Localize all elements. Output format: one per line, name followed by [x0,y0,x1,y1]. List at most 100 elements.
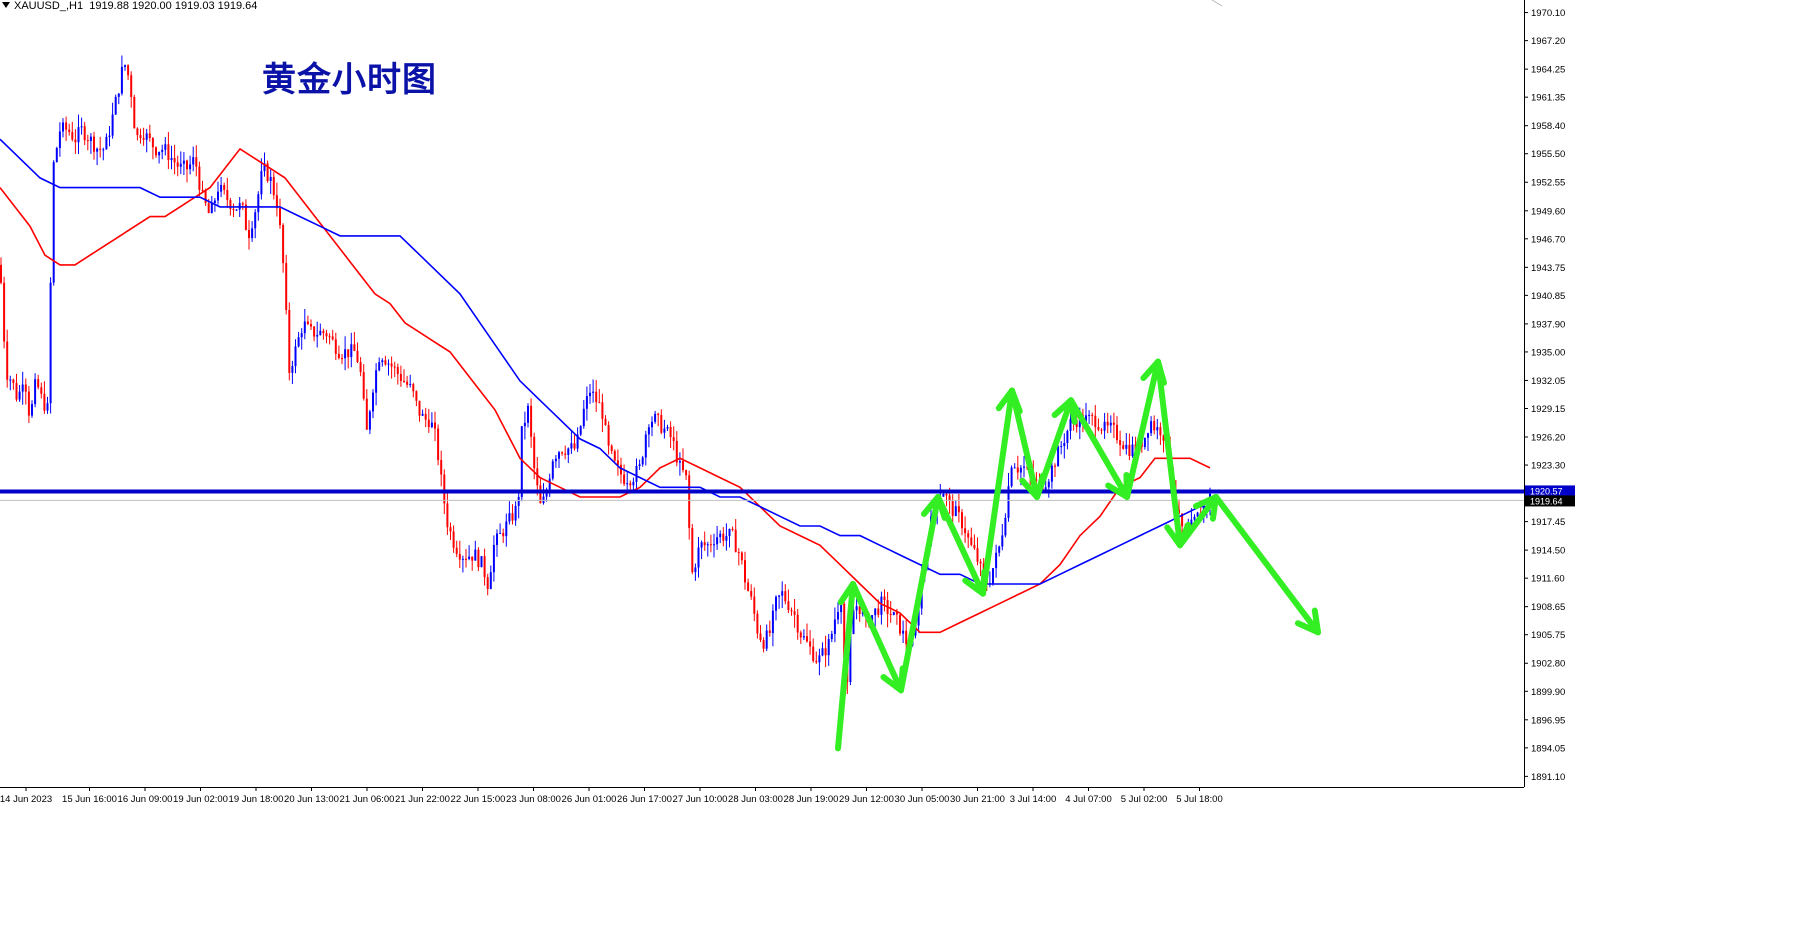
candle-body [213,200,216,203]
candle-body [393,366,396,368]
candle-body [647,427,650,435]
x-tick-label: 20 Jun 13:00 [284,794,339,805]
candle-body [108,135,111,137]
y-tick-label: 1958.40 [1531,121,1565,132]
candle-body [492,544,495,573]
candle-body [756,613,759,634]
candle-body [257,194,260,213]
annotation-zigzag [835,358,1321,752]
candle-body [37,379,40,388]
candle-body [471,556,474,561]
candle-body [272,176,275,196]
candle-body [412,384,415,392]
candle-body [595,391,598,403]
candle-body [399,373,402,381]
candle-body [468,556,471,559]
candle-body [610,445,613,452]
candle-body [300,333,303,338]
candle-body [499,532,502,534]
candle-body [1143,437,1146,447]
candle-body [517,496,520,506]
candle-body [874,608,877,616]
candle-body [151,138,154,148]
candle-body [77,127,80,143]
x-tick-label: 28 Jun 03:00 [728,794,783,805]
candle-body [809,641,812,647]
candle-body [341,358,343,360]
candle-body [573,443,576,449]
candle-body [728,528,731,537]
candle-body [694,567,697,573]
candle-body [678,460,681,463]
candle-body [957,506,960,513]
candle-body [784,591,787,602]
candle-body [1153,421,1156,431]
y-tick-label: 1937.90 [1531,319,1565,330]
candle-body [179,163,182,167]
candle-body [161,149,164,152]
candle-body [1125,444,1128,449]
symbol-header: XAUUSD_,H1 1919.88 1920.00 1919.03 1919.… [2,0,257,12]
candle-body [443,474,446,504]
candle-body [951,500,954,516]
zigzag-segment [1068,397,1130,500]
candle-body [1047,481,1050,488]
symbol-name: XAUUSD_,H1 [14,0,84,12]
candle-body [688,475,691,528]
candle-body [130,75,133,97]
candle-body [24,384,27,392]
candle-body [347,349,350,358]
candle-body [220,185,223,192]
candle-body [378,362,381,371]
candle-body [533,436,536,469]
candle-body [641,457,644,465]
candle-body [359,362,362,373]
candle-body [713,544,715,546]
candle-body [1010,467,1013,487]
x-tick-label: 30 Jun 21:00 [950,794,1005,805]
candle-body [80,126,83,128]
candle-body [623,474,626,484]
candle-body [65,122,68,130]
candle-body [945,493,948,496]
candle-body [663,428,666,433]
candle-body [176,162,179,167]
candle-body [207,203,210,213]
candle-body [598,402,601,404]
candle-body [523,422,526,427]
candle-body [496,533,498,545]
candle-body [1054,465,1056,467]
candle-body [465,558,467,560]
candle-body [455,547,458,554]
candle-body [700,542,703,548]
candle-body [427,419,430,428]
candle-body [461,558,464,560]
candle-body [331,336,334,340]
candle-body [660,414,663,433]
candle-body [353,344,356,351]
candle-body [620,464,622,475]
candle-body [545,493,548,497]
moving-averages [0,138,1214,634]
candle-body [778,595,781,597]
candle-body [830,633,833,640]
dropdown-triangle-icon[interactable] [2,2,10,8]
candle-body [356,350,359,363]
y-tick-label: 1943.75 [1531,263,1565,274]
candle-body [765,630,768,649]
candle-body [480,556,483,568]
candle-body [282,224,285,264]
candle-body [18,391,21,400]
x-tick-label: 23 Jun 08:00 [506,794,561,805]
candle-body [536,468,539,486]
candle-body [409,384,412,386]
candle-body [691,527,694,573]
candle-body [827,639,830,656]
candle-body [170,157,173,161]
price-chart[interactable]: 1920.571919.64 1970.10 1967.20 1964.25 1961… [0,0,1811,932]
y-tick-label: 1961.35 [1531,93,1565,104]
y-tick-label: 1908.65 [1531,602,1565,613]
candle-body [55,148,58,162]
candle-body [970,537,973,545]
y-tick-label: 1929.15 [1531,404,1565,415]
